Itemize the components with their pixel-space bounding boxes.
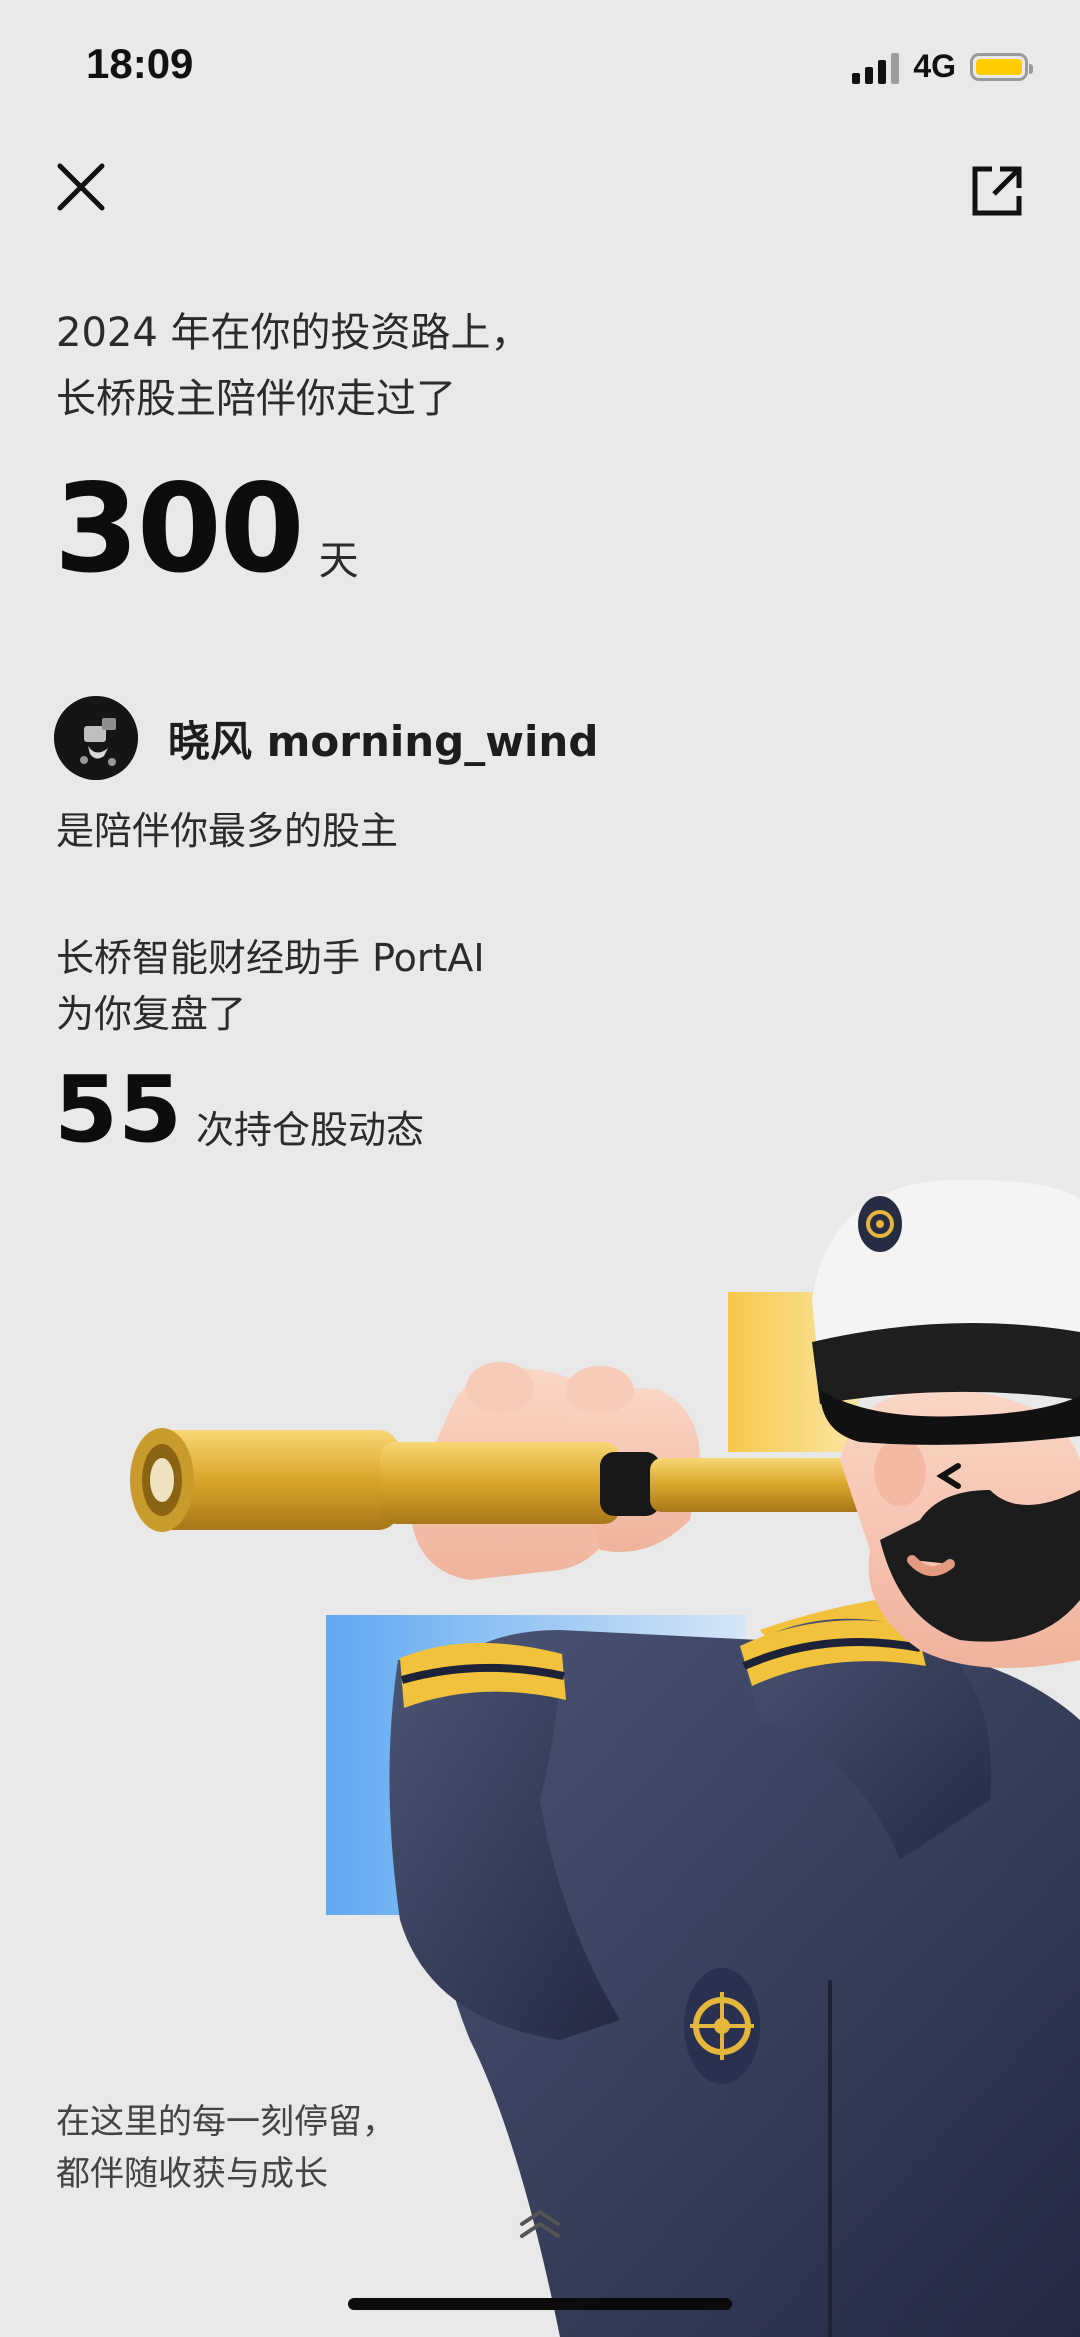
recap-screen: 18:09 4G 2024 年在你的投资路上， 长桥股主陪伴你走过了 300 天 [0, 0, 1080, 2337]
days-unit: 天 [318, 538, 359, 584]
network-label: 4G [913, 48, 956, 84]
footer-line-2: 都伴随收获与成长 [56, 2154, 328, 2194]
buddy-name: 晓风 morning_wind [168, 716, 599, 766]
battery-icon [970, 52, 1033, 81]
home-indicator[interactable] [348, 2298, 732, 2310]
signal-icon [852, 50, 900, 84]
days-value: 300 [54, 458, 305, 600]
intro-line-1: 2024 年在你的投资路上， [56, 310, 531, 356]
ai-review-unit: 次持仓股动态 [196, 1108, 425, 1152]
intro-line-2: 长桥股主陪伴你走过了 [56, 376, 456, 422]
ai-review-count: 55 [54, 1056, 183, 1163]
buddy-description: 是陪伴你最多的股主 [56, 809, 399, 853]
status-indicators: 4G [852, 48, 1033, 85]
close-icon [57, 163, 105, 211]
footer-text: 在这里的每一刻停留， 都伴随收获与成长 [56, 2096, 396, 2200]
share-icon [972, 166, 1022, 216]
double-chevron-up-icon [520, 2210, 560, 2238]
avatar [54, 696, 138, 780]
close-button[interactable] [56, 162, 106, 212]
share-button[interactable] [970, 164, 1024, 218]
ai-review-line-1: 长桥智能财经助手 PortAI [56, 936, 485, 980]
ai-review-stat: 55 次持仓股动态 [54, 1064, 424, 1156]
days-stat: 300 天 [54, 468, 359, 590]
ai-review-text: 长桥智能财经助手 PortAI 为你复盘了 [56, 930, 485, 1042]
intro-text: 2024 年在你的投资路上， 长桥股主陪伴你走过了 [56, 300, 531, 432]
top-buddy[interactable]: 晓风 morning_wind [54, 696, 598, 780]
ai-review-line-2: 为你复盘了 [56, 992, 247, 1036]
status-time: 18:09 [86, 40, 194, 87]
footer-line-1: 在这里的每一刻停留， [56, 2102, 396, 2142]
scroll-up-button[interactable] [516, 2206, 564, 2242]
